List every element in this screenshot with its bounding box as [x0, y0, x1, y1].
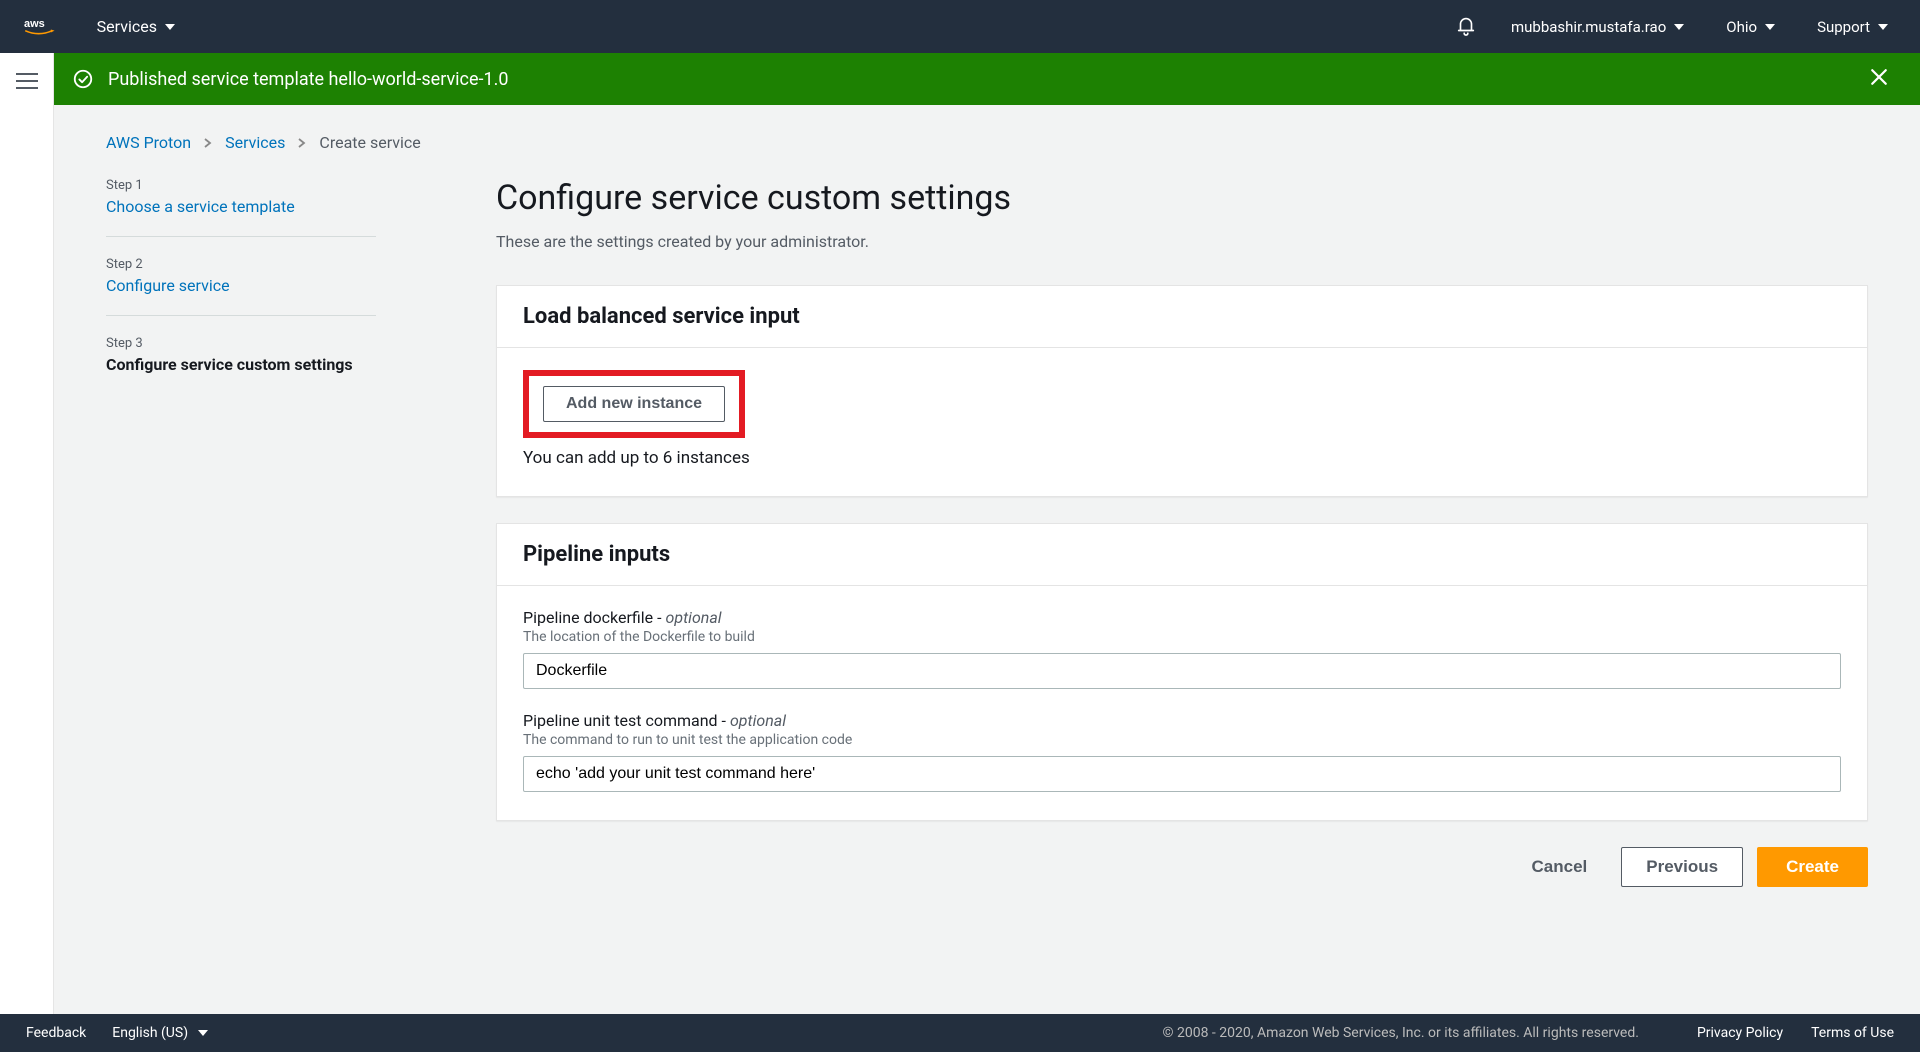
- wizard-steps: Step 1 Choose a service template Step 2 …: [106, 178, 376, 887]
- terms-link[interactable]: Terms of Use: [1811, 1025, 1894, 1041]
- top-nav: aws Services mubbashir.mustafa.rao Ohio …: [0, 0, 1920, 53]
- field-label: Pipeline dockerfile - optional: [523, 608, 1841, 627]
- page-title: Configure service custom settings: [496, 178, 1868, 218]
- field-description: The location of the Dockerfile to build: [523, 629, 1841, 645]
- hamburger-icon[interactable]: [16, 73, 38, 91]
- step-number: Step 3: [106, 336, 376, 351]
- create-button[interactable]: Create: [1757, 847, 1868, 887]
- page-subtitle: These are the settings created by your a…: [496, 232, 1868, 251]
- chevron-right-icon: [297, 133, 307, 152]
- wizard-actions: Cancel Previous Create: [496, 847, 1868, 887]
- step-link[interactable]: Choose a service template: [106, 197, 376, 216]
- side-rail: [0, 53, 54, 1014]
- nav-region-label: Ohio: [1726, 18, 1757, 36]
- svg-text:aws: aws: [24, 18, 45, 30]
- instances-hint: You can add up to 6 instances: [523, 448, 1841, 468]
- chevron-right-icon: [203, 133, 213, 152]
- caret-down-icon: [1674, 24, 1684, 30]
- nav-support[interactable]: Support: [1809, 18, 1896, 36]
- field-label: Pipeline unit test command - optional: [523, 711, 1841, 730]
- step-link[interactable]: Configure service: [106, 276, 376, 295]
- panel-header: Load balanced service input: [497, 286, 1867, 348]
- wizard-step: Step 1 Choose a service template: [106, 178, 376, 237]
- caret-down-icon: [165, 24, 175, 30]
- footer: Feedback English (US) © 2008 - 2020, Ama…: [0, 1014, 1920, 1052]
- optional-badge: optional: [666, 608, 722, 627]
- nav-services[interactable]: Services: [89, 17, 183, 36]
- nav-account[interactable]: mubbashir.mustafa.rao: [1503, 18, 1692, 36]
- optional-badge: optional: [730, 711, 786, 730]
- nav-right: mubbashir.mustafa.rao Ohio Support: [1455, 14, 1896, 40]
- breadcrumb-link-services[interactable]: Services: [225, 133, 285, 152]
- step-number: Step 2: [106, 257, 376, 272]
- feedback-link[interactable]: Feedback: [26, 1025, 86, 1041]
- main-form: Configure service custom settings These …: [496, 178, 1868, 887]
- panel-pipeline: Pipeline inputs Pipeline dockerfile - op…: [496, 523, 1868, 821]
- wizard-step: Step 2 Configure service: [106, 257, 376, 316]
- breadcrumb-link-root[interactable]: AWS Proton: [106, 133, 191, 152]
- field-dockerfile: Pipeline dockerfile - optional The locat…: [523, 608, 1841, 689]
- alert-close-button[interactable]: [1870, 68, 1888, 90]
- alert-text: Published service template hello-world-s…: [108, 69, 1870, 90]
- caret-down-icon: [1765, 24, 1775, 30]
- field-unit-test: Pipeline unit test command - optional Th…: [523, 711, 1841, 792]
- field-label-text: Pipeline dockerfile -: [523, 608, 666, 627]
- nav-support-label: Support: [1817, 18, 1870, 36]
- field-label-text: Pipeline unit test command -: [523, 711, 730, 730]
- dockerfile-input[interactable]: [523, 653, 1841, 689]
- panel-instances: Load balanced service input Add new inst…: [496, 285, 1868, 497]
- step-number: Step 1: [106, 178, 376, 193]
- nav-account-label: mubbashir.mustafa.rao: [1511, 18, 1666, 36]
- panel-header: Pipeline inputs: [497, 524, 1867, 586]
- nav-services-label: Services: [97, 17, 157, 36]
- cancel-button[interactable]: Cancel: [1512, 847, 1608, 887]
- step-current: Configure service custom settings: [106, 355, 376, 374]
- success-check-icon: [72, 68, 94, 90]
- breadcrumb: AWS Proton Services Create service: [106, 133, 1868, 152]
- caret-down-icon: [198, 1030, 208, 1036]
- field-description: The command to run to unit test the appl…: [523, 732, 1841, 748]
- wizard-step: Step 3 Configure service custom settings: [106, 336, 376, 394]
- nav-region[interactable]: Ohio: [1718, 18, 1783, 36]
- unit-test-input[interactable]: [523, 756, 1841, 792]
- aws-logo[interactable]: aws: [24, 16, 61, 38]
- language-selector[interactable]: English (US): [112, 1025, 208, 1041]
- privacy-link[interactable]: Privacy Policy: [1697, 1025, 1783, 1041]
- add-new-instance-button[interactable]: Add new instance: [543, 386, 725, 422]
- language-label: English (US): [112, 1025, 188, 1041]
- copyright: © 2008 - 2020, Amazon Web Services, Inc.…: [1163, 1025, 1639, 1041]
- notifications-icon[interactable]: [1455, 14, 1477, 40]
- previous-button[interactable]: Previous: [1621, 847, 1743, 887]
- success-alert: Published service template hello-world-s…: [54, 53, 1920, 105]
- highlight-box: Add new instance: [523, 370, 745, 438]
- breadcrumb-current: Create service: [319, 133, 420, 152]
- caret-down-icon: [1878, 24, 1888, 30]
